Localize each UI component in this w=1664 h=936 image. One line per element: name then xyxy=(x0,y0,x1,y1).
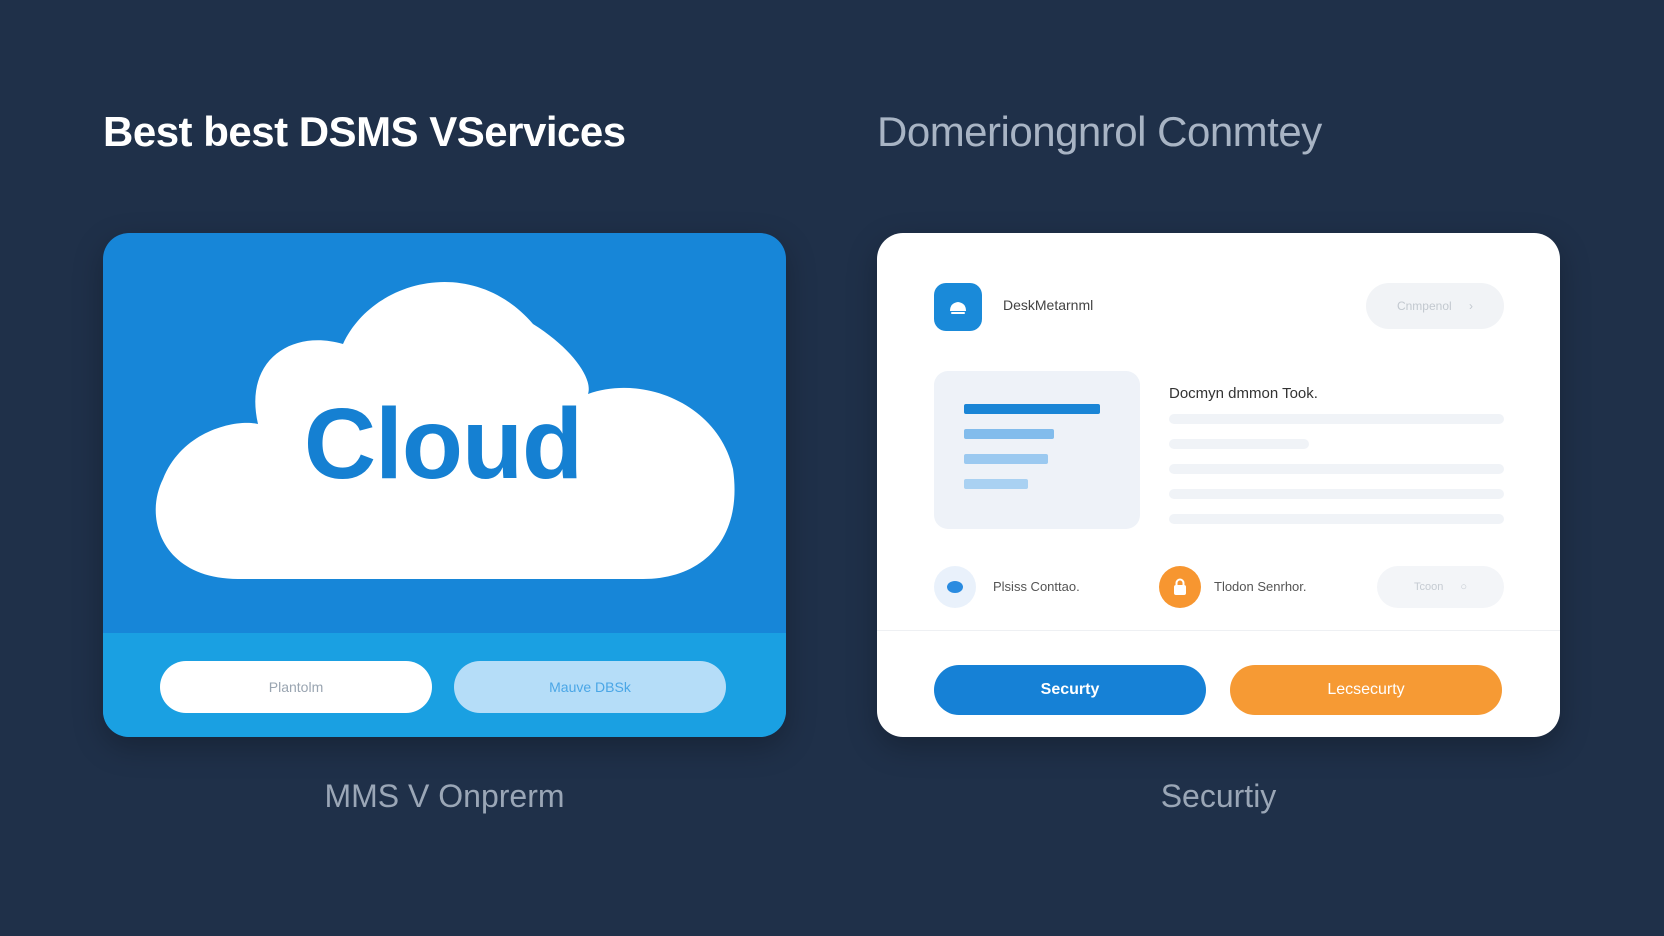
row-item-label: Tlodon Senrhor. xyxy=(1214,579,1307,594)
tool-card: DeskMetarnml Cnmpenol › Docmyn dmmon Too… xyxy=(877,233,1560,737)
text-placeholder-line xyxy=(1169,514,1504,524)
app-icon xyxy=(934,283,982,331)
preview-bar xyxy=(964,479,1028,489)
preview-bar xyxy=(964,429,1054,439)
divider xyxy=(877,630,1560,631)
chevron-right-icon: › xyxy=(1469,299,1474,313)
left-heading: Best best DSMS VServices xyxy=(103,108,626,155)
left-caption: MMS V Onprerm xyxy=(324,778,565,814)
text-placeholder-line xyxy=(1169,489,1504,499)
right-heading: Domeriongnrol Conmtey xyxy=(877,108,1322,155)
orange-lock-icon xyxy=(1159,566,1201,608)
document-preview xyxy=(934,371,1140,529)
text-placeholder-line xyxy=(1169,464,1504,474)
secondary-security-button[interactable]: Lecsecurty xyxy=(1230,665,1502,715)
circle-icon: ○ xyxy=(1460,581,1468,593)
cloud-card-footer: Plantolm Mauve DBSk xyxy=(103,633,786,737)
text-placeholder-line xyxy=(1169,439,1309,449)
cloud-label: Cloud xyxy=(303,388,583,500)
top-action-pill[interactable]: Cnmpenol › xyxy=(1366,283,1504,329)
app-name: DeskMetarnml xyxy=(1003,297,1094,313)
preview-bar xyxy=(964,404,1100,414)
right-caption: Securtiy xyxy=(1160,778,1277,814)
cloud-graphic: Cloud xyxy=(143,269,743,579)
blue-dot-icon xyxy=(934,566,976,608)
text-placeholder-line xyxy=(1169,414,1504,424)
top-pill-label: Cnmpenol xyxy=(1396,299,1452,313)
row-item-label: Plsiss Conttao. xyxy=(993,579,1080,594)
platform-button[interactable]: Plantolm xyxy=(160,661,432,713)
row-pill-label: Tcoon xyxy=(1413,581,1444,593)
move-disk-button[interactable]: Mauve DBSk xyxy=(454,661,726,713)
row-action-pill[interactable]: Tcoon ○ xyxy=(1377,566,1504,608)
cloud-card: Cloud Plantolm Mauve DBSk xyxy=(103,233,786,737)
security-button[interactable]: Securty xyxy=(934,665,1206,715)
cloud-upload-icon xyxy=(950,302,966,314)
preview-bar xyxy=(964,454,1048,464)
document-title: Docmyn dmmon Took. xyxy=(1169,385,1318,402)
